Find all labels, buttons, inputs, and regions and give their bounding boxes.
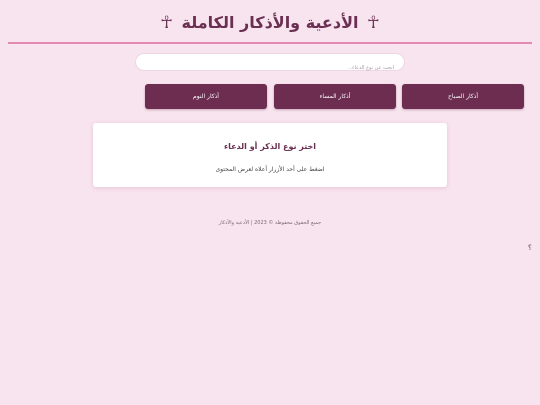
content-card: اختر نوع الذكر أو الدعاء اضغط على أحد ال…: [93, 123, 447, 187]
morning-adhkar-button[interactable]: أذكار الصباح: [402, 84, 524, 109]
sleep-adhkar-button[interactable]: أذكار النوم: [145, 84, 267, 109]
ankh-icon-right: ☥: [367, 13, 380, 33]
evening-adhkar-button[interactable]: أذكار المساء: [274, 84, 396, 109]
page: ☥ الأدعية والأذكار الكاملة ☥ أذكار الصبا…: [0, 0, 540, 405]
content-card-title: اختر نوع الذكر أو الدعاء: [223, 142, 316, 151]
content-card-text: اضغط على أحد الأزرار أعلاه لعرض المحتوى: [215, 166, 325, 173]
corner-mark: ؟: [528, 244, 532, 252]
search-input[interactable]: [136, 60, 404, 76]
search-box: [135, 53, 405, 76]
title-text: الأدعية والأذكار الكاملة: [181, 13, 359, 32]
ankh-icon-left: ☥: [160, 13, 173, 33]
page-title: ☥ الأدعية والأذكار الكاملة ☥: [8, 13, 532, 33]
header: ☥ الأدعية والأذكار الكاملة ☥: [8, 0, 532, 44]
footer-text: جميع الحقوق محفوظة © 2023 | الأدعية والأ…: [218, 220, 322, 226]
